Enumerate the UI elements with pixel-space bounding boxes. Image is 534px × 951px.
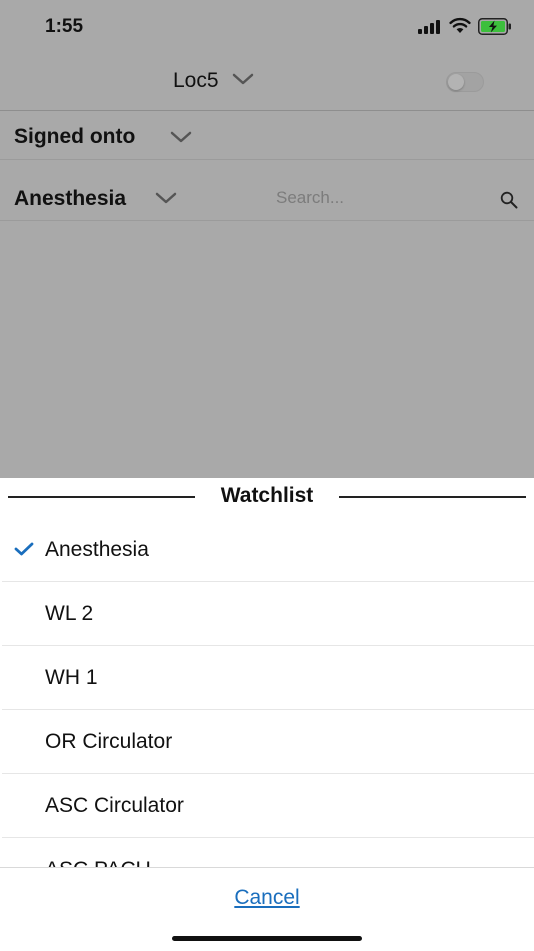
battery-charging-icon — [478, 18, 511, 35]
dimmed-background[interactable]: 1:55 Loc5 Signed onto Anesthesia Search.… — [0, 0, 534, 478]
chevron-down-icon[interactable] — [170, 130, 192, 144]
signed-onto-row[interactable]: Signed onto — [0, 111, 534, 160]
watchlist-option[interactable]: ASC PACU — [2, 838, 534, 867]
watchlist-sheet: Watchlist Anesthesia WL 2 WH 1 OR Circul… — [0, 478, 534, 951]
watchlist-filter-row: Anesthesia — [0, 160, 534, 221]
chevron-down-icon[interactable] — [155, 191, 177, 205]
checkmark-icon — [14, 542, 34, 556]
status-bar: 1:55 — [0, 0, 534, 52]
cancel-button[interactable]: Cancel — [0, 886, 534, 910]
status-time: 1:55 — [45, 16, 84, 37]
watchlist-option-label: WH 1 — [45, 666, 98, 689]
cellular-signal-icon — [418, 20, 442, 34]
title-divider-left — [8, 496, 195, 498]
watchlist-option-label: ASC Circulator — [45, 794, 184, 817]
signed-onto-label: Signed onto — [14, 125, 136, 148]
home-indicator[interactable] — [172, 936, 362, 941]
watchlist-option[interactable]: WL 2 — [2, 582, 534, 646]
toggle-knob — [448, 74, 464, 90]
wifi-icon — [449, 17, 471, 33]
header-toggle[interactable] — [446, 72, 484, 92]
watchlist-options[interactable]: Anesthesia WL 2 WH 1 OR Circulator ASC C… — [0, 518, 534, 867]
watchlist-option-label: Anesthesia — [45, 538, 149, 561]
watchlist-option[interactable]: WH 1 — [2, 646, 534, 710]
watchlist-option[interactable]: ASC Circulator — [2, 774, 534, 838]
title-divider-right — [339, 496, 526, 498]
location-header: Loc5 — [0, 52, 534, 111]
watchlist-option-label: OR Circulator — [45, 730, 173, 753]
sheet-footer: Cancel — [0, 867, 534, 951]
search-icon[interactable] — [500, 191, 518, 209]
search-input[interactable] — [276, 184, 486, 212]
sheet-header: Watchlist — [0, 484, 534, 510]
chevron-down-icon[interactable] — [232, 72, 254, 86]
watchlist-selector[interactable]: Anesthesia — [14, 187, 126, 211]
sheet-title: Watchlist — [220, 484, 314, 507]
location-selector[interactable]: Loc5 — [173, 69, 219, 93]
watchlist-option[interactable]: Anesthesia — [2, 518, 534, 582]
watchlist-option[interactable]: OR Circulator — [2, 710, 534, 774]
watchlist-option-label: ASC PACU — [45, 858, 151, 867]
watchlist-option-label: WL 2 — [45, 602, 94, 625]
